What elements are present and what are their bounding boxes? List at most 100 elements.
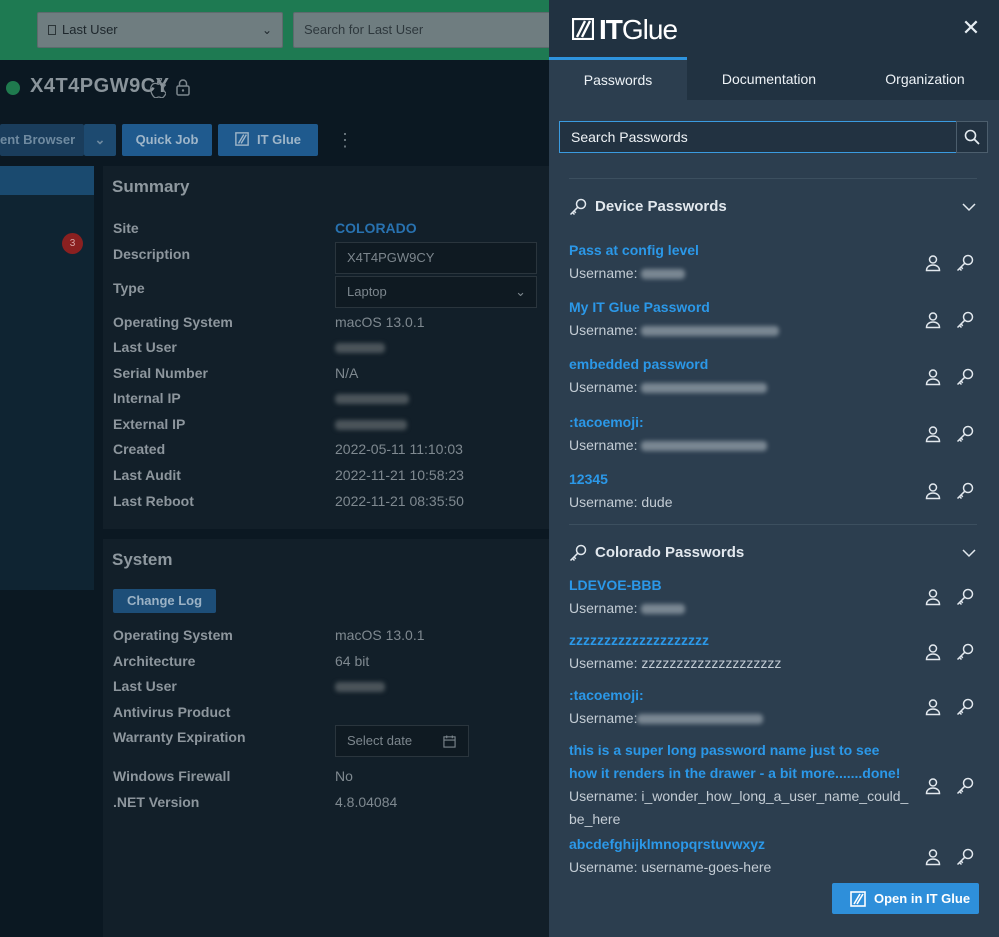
it-glue-button[interactable]: IT Glue bbox=[218, 124, 318, 156]
password-item: 12345 Username: dude bbox=[569, 468, 979, 514]
tab-passwords[interactable]: Passwords bbox=[549, 57, 687, 100]
colorado-passwords-header[interactable]: Colorado Passwords bbox=[569, 542, 979, 566]
system-row-last-user: Last User bbox=[113, 678, 543, 698]
change-log-button[interactable]: Change Log bbox=[113, 589, 216, 613]
password-name-link[interactable]: :tacoemoji: bbox=[569, 684, 979, 707]
chevron-down-icon: ⌄ bbox=[94, 132, 106, 147]
password-name-link[interactable]: zzzzzzzzzzzzzzzzzzzz bbox=[569, 629, 979, 652]
quick-job-button[interactable]: Quick Job bbox=[122, 124, 212, 156]
copy-username-icon[interactable] bbox=[924, 482, 942, 500]
apple-icon bbox=[150, 78, 166, 98]
password-name-link[interactable]: LDEVOE-BBB bbox=[569, 574, 979, 597]
password-item: embedded password Username: bbox=[569, 353, 979, 399]
password-search-input[interactable]: Search Passwords bbox=[559, 121, 957, 153]
copy-username-icon[interactable] bbox=[924, 368, 942, 386]
system-row-antivirus: Antivirus Product bbox=[113, 704, 231, 720]
document-icon bbox=[48, 25, 56, 35]
notification-badge: 3 bbox=[62, 233, 83, 254]
summary-row-last-user: Last User bbox=[113, 339, 543, 359]
summary-row-external-ip: External IP bbox=[113, 416, 543, 436]
password-item: :tacoemoji: Username: bbox=[569, 684, 979, 730]
password-item: My IT Glue Password Username: bbox=[569, 296, 979, 342]
password-name-link[interactable]: Pass at config level bbox=[569, 239, 979, 262]
filter-select[interactable]: Last User ⌄ bbox=[37, 12, 283, 48]
copy-password-key-icon[interactable] bbox=[956, 425, 974, 443]
lock-icon bbox=[176, 79, 190, 96]
summary-title: Summary bbox=[112, 177, 190, 196]
key-icon bbox=[569, 544, 587, 562]
tab-organization[interactable]: Organization bbox=[853, 57, 997, 100]
password-name-link[interactable]: My IT Glue Password bbox=[569, 296, 979, 319]
search-input[interactable]: Search for Last User bbox=[293, 12, 549, 48]
redacted-username bbox=[637, 714, 764, 725]
redacted-username bbox=[641, 269, 686, 280]
tab-documentation[interactable]: Documentation bbox=[695, 57, 843, 100]
copy-password-key-icon[interactable] bbox=[956, 368, 974, 386]
left-nav: 3 bbox=[0, 166, 94, 590]
itglue-logo-icon bbox=[235, 132, 249, 146]
chevron-down-icon: ⌄ bbox=[515, 284, 526, 299]
search-icon bbox=[964, 129, 980, 145]
redacted-username bbox=[641, 326, 780, 337]
system-title: System bbox=[112, 550, 173, 569]
more-options-icon[interactable]: ⋮ bbox=[336, 128, 354, 152]
redacted-value bbox=[335, 682, 385, 693]
password-name-link[interactable]: 12345 bbox=[569, 468, 979, 491]
copy-username-icon[interactable] bbox=[924, 311, 942, 329]
drawer-header: ITGlue ✕ Passwords Documentation Organiz… bbox=[549, 0, 999, 100]
password-item: this is a super long password name just … bbox=[569, 739, 909, 831]
copy-password-key-icon[interactable] bbox=[956, 643, 974, 661]
chevron-down-icon bbox=[962, 203, 976, 212]
itglue-drawer: ITGlue ✕ Passwords Documentation Organiz… bbox=[549, 0, 999, 937]
system-row-architecture: Architecture 64 bit bbox=[113, 653, 370, 669]
remote-browser-button[interactable]: ent Browser bbox=[0, 124, 84, 156]
copy-password-key-icon[interactable] bbox=[956, 698, 974, 716]
warranty-date-picker[interactable]: Select date bbox=[335, 725, 469, 757]
copy-username-icon[interactable] bbox=[924, 254, 942, 272]
copy-password-key-icon[interactable] bbox=[956, 588, 974, 606]
password-item: abcdefghijklmnopqrstuvwxyz Username: use… bbox=[569, 833, 979, 879]
calendar-icon bbox=[443, 735, 456, 748]
key-icon bbox=[569, 198, 587, 216]
itglue-logo-icon bbox=[850, 891, 866, 907]
password-name-link[interactable]: embedded password bbox=[569, 353, 979, 376]
password-item: Pass at config level Username: bbox=[569, 239, 979, 285]
copy-username-icon[interactable] bbox=[924, 588, 942, 606]
chevron-down-icon bbox=[962, 549, 976, 558]
redacted-value bbox=[335, 420, 407, 431]
copy-password-key-icon[interactable] bbox=[956, 777, 974, 795]
password-name-link[interactable]: :tacoemoji: bbox=[569, 411, 979, 434]
online-status-indicator bbox=[6, 81, 20, 95]
copy-password-key-icon[interactable] bbox=[956, 482, 974, 500]
password-item: LDEVOE-BBB Username: bbox=[569, 574, 979, 620]
copy-username-icon[interactable] bbox=[924, 777, 942, 795]
open-in-itglue-button[interactable]: Open in IT Glue bbox=[832, 883, 979, 914]
copy-password-key-icon[interactable] bbox=[956, 254, 974, 272]
system-row-dotnet: .NET Version 4.8.04084 bbox=[113, 794, 398, 810]
redacted-username bbox=[641, 604, 686, 615]
password-name-link[interactable]: this is a super long password name just … bbox=[569, 739, 909, 785]
copy-username-icon[interactable] bbox=[924, 643, 942, 661]
copy-password-key-icon[interactable] bbox=[956, 848, 974, 866]
device-passwords-header[interactable]: Device Passwords bbox=[569, 196, 979, 220]
nav-item-active[interactable] bbox=[0, 166, 94, 195]
divider bbox=[569, 524, 977, 525]
copy-username-icon[interactable] bbox=[924, 425, 942, 443]
redacted-value bbox=[335, 394, 409, 405]
summary-row-internal-ip: Internal IP bbox=[113, 390, 543, 410]
password-name-link[interactable]: abcdefghijklmnopqrstuvwxyz bbox=[569, 833, 979, 856]
search-button[interactable] bbox=[956, 121, 988, 153]
copy-username-icon[interactable] bbox=[924, 698, 942, 716]
close-icon[interactable]: ✕ bbox=[959, 16, 983, 40]
type-select[interactable]: Laptop ⌄ bbox=[335, 276, 537, 308]
copy-username-icon[interactable] bbox=[924, 848, 942, 866]
description-input[interactable]: X4T4PGW9CY bbox=[335, 242, 537, 274]
site-link[interactable]: COLORADO bbox=[335, 220, 417, 236]
redacted-value bbox=[335, 343, 385, 354]
copy-password-key-icon[interactable] bbox=[956, 311, 974, 329]
remote-browser-dropdown[interactable]: ⌄ bbox=[84, 124, 116, 156]
redacted-username bbox=[641, 383, 768, 394]
summary-row-serial: Serial Number N/A bbox=[113, 365, 359, 381]
summary-row-created: Created 2022-05-11 11:10:03 bbox=[113, 441, 463, 457]
summary-row-os: Operating System macOS 13.0.1 bbox=[113, 314, 425, 330]
